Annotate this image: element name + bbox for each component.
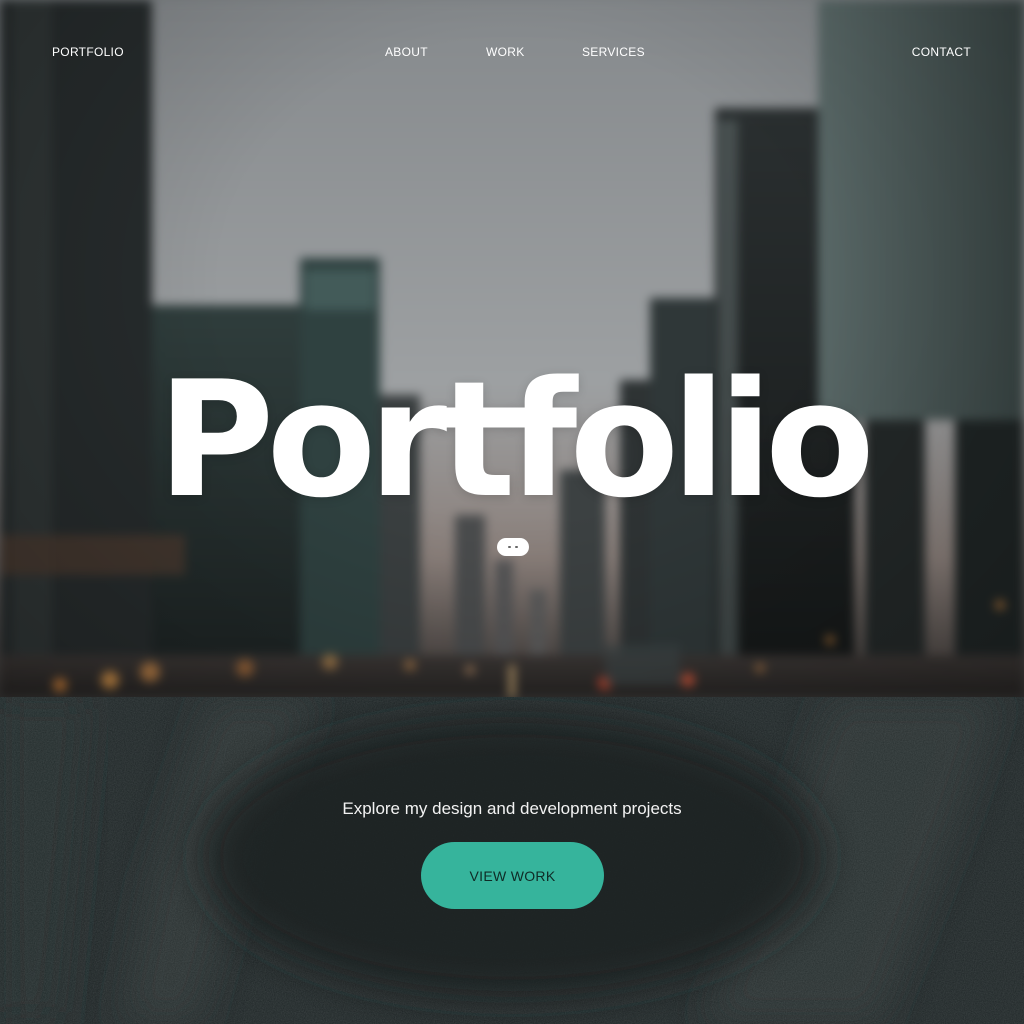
intro-section: Explore my design and development projec… (0, 697, 1024, 1024)
scroll-indicator[interactable] (497, 538, 529, 556)
hero-title: Portfolio (157, 346, 875, 533)
top-navigation: PORTFOLIO ABOUT WORK SERVICES CONTACT (0, 0, 1024, 104)
view-work-button[interactable]: VIEW WORK (421, 842, 604, 909)
scroll-dot (515, 546, 518, 548)
nav-link-services[interactable]: SERVICES (582, 45, 645, 59)
scroll-dot (508, 546, 511, 548)
nav-link-contact[interactable]: CONTACT (912, 45, 971, 59)
nav-link-work[interactable]: WORK (486, 45, 525, 59)
nav-link-about[interactable]: ABOUT (385, 45, 428, 59)
intro-tagline: Explore my design and development projec… (342, 799, 682, 818)
hero-section: Portfolio (0, 0, 1024, 697)
logo-link[interactable]: PORTFOLIO (52, 45, 124, 59)
landing-page: Portfolio PORTFOLIO ABOUT WORK SERVICES … (0, 0, 1024, 1024)
